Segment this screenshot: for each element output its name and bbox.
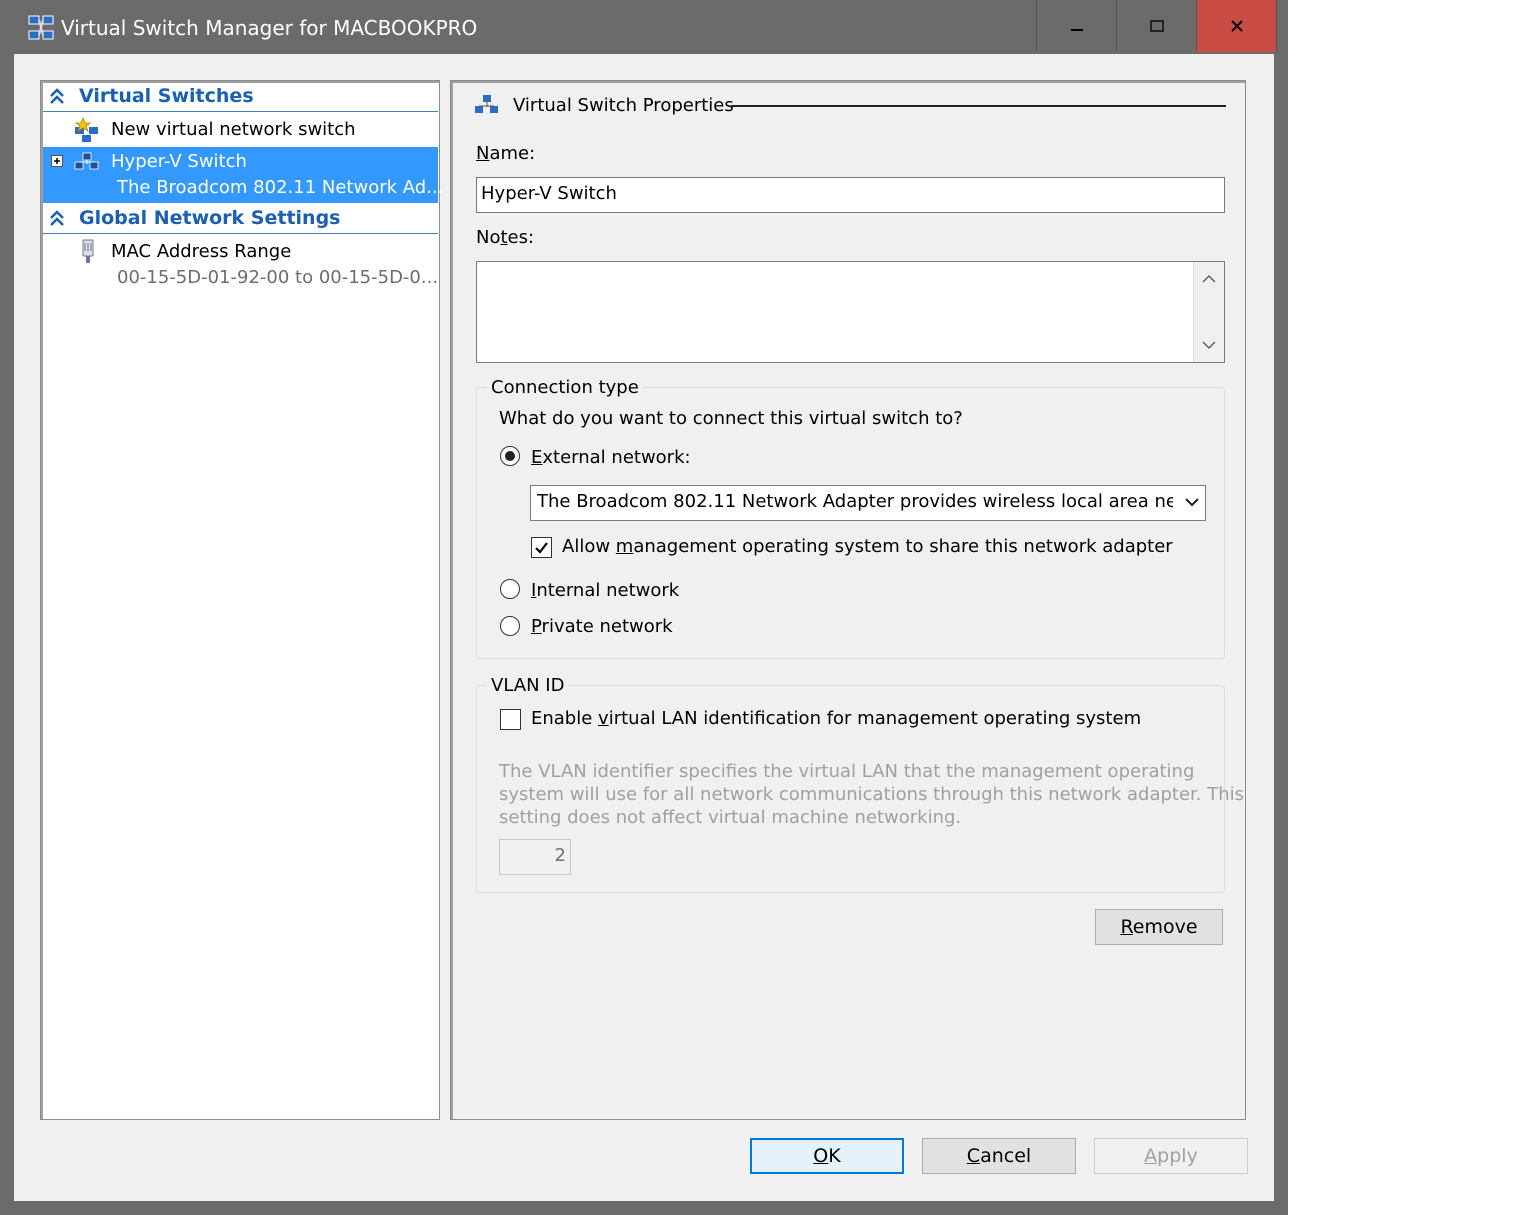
chevron-down-icon[interactable] [1202, 340, 1216, 350]
chevron-up-icon[interactable] [1202, 274, 1216, 284]
adapter-select[interactable]: The Broadcom 802.11 Network Adapter prov… [530, 485, 1206, 521]
checkmark-icon [535, 542, 548, 554]
notes-field[interactable] [476, 261, 1225, 363]
collapse-chevron-icon[interactable] [49, 87, 65, 105]
virtual-switches-header[interactable]: Virtual Switches [43, 83, 438, 112]
properties-pane: Virtual Switch Properties Name: Hyper-V … [450, 80, 1246, 1120]
name-field[interactable]: Hyper-V Switch [476, 177, 1225, 213]
global-network-settings-label: Global Network Settings [79, 207, 341, 229]
switch-icon [74, 152, 99, 170]
heading-divider [731, 105, 1226, 107]
enable-vlan-checkbox[interactable] [500, 709, 521, 730]
connection-question: What do you want to connect this virtual… [499, 408, 963, 429]
mac-range-label: MAC Address Range [111, 241, 292, 262]
window-title: Virtual Switch Manager for MACBOOKPRO [61, 16, 478, 40]
mac-range-subtitle: 00-15-5D-01-92-00 to 00-15-5D-0... [117, 267, 439, 288]
tree-item-hyperv-switch[interactable]: Hyper-V Switch The Broadcom 802.11 Netwo… [43, 147, 443, 203]
close-icon [1230, 20, 1243, 32]
name-field-value: Hyper-V Switch [481, 183, 617, 204]
chevron-down-icon[interactable] [1185, 497, 1199, 507]
vlan-id-value: 2 [554, 845, 566, 866]
private-network-label[interactable]: Private network [531, 616, 673, 637]
notes-label: Notes: [476, 227, 535, 248]
external-network-radio[interactable] [500, 446, 520, 466]
apply-button[interactable]: Apply [1094, 1138, 1248, 1174]
enable-vlan-label[interactable]: Enable virtual LAN identification for ma… [531, 708, 1141, 729]
internal-network-radio[interactable] [500, 579, 520, 599]
ok-button[interactable]: OK [750, 1138, 904, 1174]
remove-button[interactable]: Remove [1095, 909, 1223, 945]
vlan-description-line: system will use for all network communic… [499, 784, 1245, 805]
vlan-description-line: setting does not affect virtual machine … [499, 807, 962, 828]
network-switch-icon [28, 15, 54, 40]
window: Virtual Switch Manager for MACBOOKPRO Vi… [0, 0, 1288, 1215]
navigation-tree[interactable]: Virtual Switches New virtual network swi… [40, 80, 443, 1120]
hyperv-switch-label: Hyper-V Switch [111, 151, 247, 172]
cancel-button-label: Cancel [966, 1145, 1032, 1167]
minimize-icon [1070, 29, 1083, 31]
new-switch-label: New virtual network switch [111, 119, 356, 140]
title-bar[interactable]: Virtual Switch Manager for MACBOOKPRO [0, 0, 1288, 54]
collapse-chevron-icon[interactable] [49, 209, 65, 227]
maximize-button[interactable] [1116, 0, 1197, 52]
hyperv-switch-subtitle: The Broadcom 802.11 Network Ad... [117, 177, 444, 198]
new-switch-icon [74, 117, 98, 142]
minimize-button[interactable] [1036, 0, 1117, 52]
global-network-settings-header[interactable]: Global Network Settings [43, 205, 438, 234]
connection-type-label: Connection type [487, 377, 643, 398]
apply-button-label: Apply [1144, 1145, 1198, 1167]
dialog-client-area: Virtual Switches New virtual network swi… [14, 54, 1274, 1201]
maximize-icon [1149, 20, 1164, 32]
vlan-id-field[interactable]: 2 [499, 839, 571, 875]
adapter-select-value: The Broadcom 802.11 Network Adapter prov… [537, 491, 1173, 512]
external-network-label[interactable]: External network: [531, 447, 691, 468]
notes-scrollbar[interactable] [1193, 262, 1224, 362]
tree-item-mac-range[interactable]: MAC Address Range 00-15-5D-01-92-00 to 0… [43, 237, 438, 293]
internal-network-label[interactable]: Internal network [531, 580, 679, 601]
vlan-description-line: The VLAN identifier specifies the virtua… [499, 761, 1195, 782]
ok-button-label: OK [813, 1145, 841, 1167]
allow-management-label[interactable]: Allow management operating system to sha… [562, 536, 1173, 557]
expand-icon[interactable] [51, 155, 63, 167]
switch-icon [475, 95, 498, 113]
private-network-radio[interactable] [500, 616, 520, 636]
close-button[interactable] [1196, 0, 1277, 52]
allow-management-checkbox[interactable] [531, 537, 552, 558]
properties-heading: Virtual Switch Properties [513, 95, 734, 116]
name-label: Name: [476, 143, 536, 164]
virtual-switches-label: Virtual Switches [79, 85, 254, 107]
name-label-text: ame: [489, 143, 536, 164]
cancel-button[interactable]: Cancel [922, 1138, 1076, 1174]
remove-button-label: Remove [1120, 916, 1198, 938]
vlan-description: The VLAN identifier specifies the virtua… [499, 760, 1244, 829]
vlan-group-label: VLAN ID [487, 675, 569, 696]
network-adapter-icon [82, 239, 94, 263]
tree-item-new-switch[interactable]: New virtual network switch [43, 115, 438, 145]
